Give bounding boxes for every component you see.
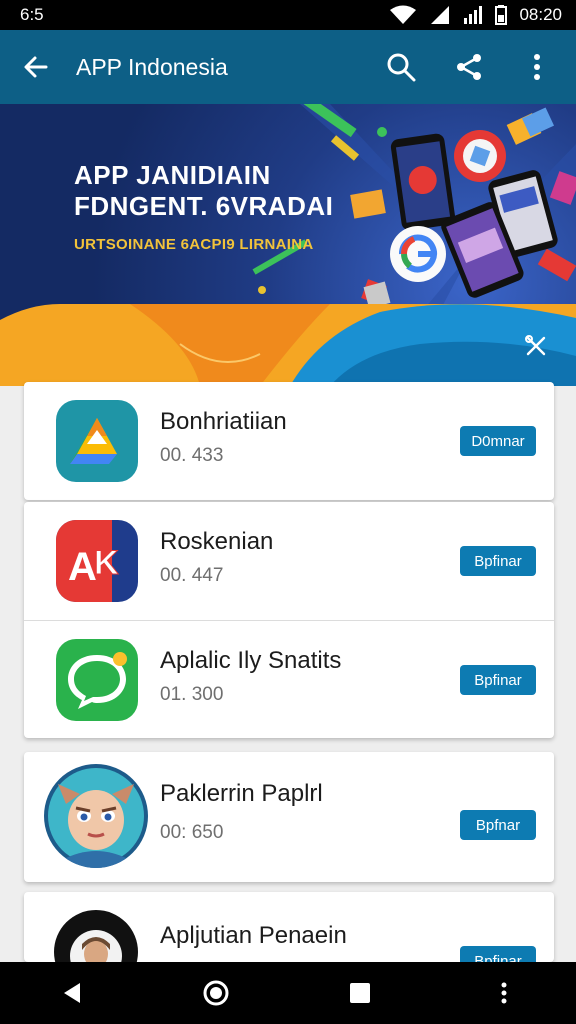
app-card: Paklerrin Paplrl 00: 650 Bpfnar (24, 752, 554, 882)
triangle-back-icon (64, 983, 80, 1003)
list-item[interactable]: Paklerrin Paplrl 00: 650 Bpfnar (24, 752, 554, 882)
install-button[interactable]: Bpfinar (460, 946, 536, 962)
app-card: Bonhriatiian 00. 433 D0mnar (24, 382, 554, 500)
status-time-left: 6:5 (20, 5, 44, 24)
status-bar: 6:5 08:20 (0, 0, 576, 30)
more-vert-icon (501, 982, 507, 1004)
app-name: Aplalic Ily Snatits (160, 647, 342, 674)
nav-back-button[interactable] (42, 968, 102, 1018)
list-item[interactable]: Bonhriatiian 00. 433 D0mnar (24, 382, 554, 500)
cell-signal-icon (431, 6, 450, 24)
app-name: Paklerrin Paplrl (160, 780, 323, 807)
system-nav-bar (0, 962, 576, 1024)
install-button[interactable]: Bpfnar (460, 810, 536, 840)
more-vert-icon (534, 54, 540, 80)
status-icons: 08:20 (389, 5, 562, 25)
nav-home-button[interactable] (186, 968, 246, 1018)
back-button[interactable] (8, 39, 64, 95)
nav-recents-button[interactable] (330, 968, 390, 1018)
status-time-right: 08:20 (519, 5, 562, 24)
app-name: Bonhriatiian (160, 408, 287, 435)
drive-triangle-icon (56, 400, 138, 482)
svg-text:K: K (94, 544, 119, 582)
app-meta: 00. 433 (160, 445, 224, 466)
list-item[interactable]: Aplalic Ily Snatits 01. 300 Bpfinar (24, 620, 554, 738)
chat-bubble-icon (56, 639, 138, 721)
svg-text:A: A (68, 545, 97, 589)
page-title: APP Indonesia (76, 53, 228, 80)
app-bar-actions (376, 42, 562, 92)
install-button[interactable]: Bpfinar (460, 546, 536, 576)
nav-menu-button[interactable] (474, 968, 534, 1018)
banner-dismiss-button[interactable] (520, 330, 552, 362)
battery-icon (495, 5, 508, 25)
install-button[interactable]: D0mnar (460, 426, 536, 456)
app-name: Apljutian Penaein (160, 922, 347, 949)
app-name: Roskenian (160, 528, 274, 555)
share-button[interactable] (444, 42, 494, 92)
search-button[interactable] (376, 42, 426, 92)
circle-home-icon (203, 980, 229, 1006)
banner-text: APP JANIDIAIN FDNGENT. 6VRADAI URTSOINAN… (74, 160, 333, 253)
banner-headline-2: FDNGENT. 6VRADAI (74, 191, 334, 221)
arrow-back-icon (24, 56, 48, 78)
list-item[interactable]: Apljutian Penaein Bpfinar (24, 892, 554, 962)
app-card: Apljutian Penaein Bpfinar (24, 892, 554, 962)
list-item[interactable]: A K Roskenian 00. 447 Bpfinar (24, 502, 554, 620)
app-meta: 00. 447 (160, 565, 224, 586)
square-recents-icon (350, 983, 370, 1003)
banner-subtitle: URTSOINANE 6ACPI9 LIRNAINA (74, 236, 314, 253)
app-meta: 01. 300 (160, 684, 224, 705)
search-icon (387, 53, 416, 82)
portrait-icon (54, 910, 138, 962)
banner-headline-1: APP JANIDIAIN (74, 160, 271, 190)
app-bar: APP Indonesia (0, 30, 576, 104)
tools-icon (525, 335, 546, 356)
overflow-menu-button[interactable] (512, 42, 562, 92)
promo-banner[interactable]: APP JANIDIAIN FDNGENT. 6VRADAI URTSOINAN… (0, 104, 576, 386)
signal-bars-icon (464, 6, 483, 24)
ax-letter-icon: A K (56, 520, 138, 602)
app-card: A K Roskenian 00. 447 Bpfinar Aplalic Il… (24, 502, 554, 738)
share-icon (457, 54, 481, 80)
app-meta: 00: 650 (160, 822, 224, 843)
cartoon-face-icon (44, 764, 148, 868)
install-button[interactable]: Bpfinar (460, 665, 536, 695)
wifi-icon (390, 5, 417, 24)
